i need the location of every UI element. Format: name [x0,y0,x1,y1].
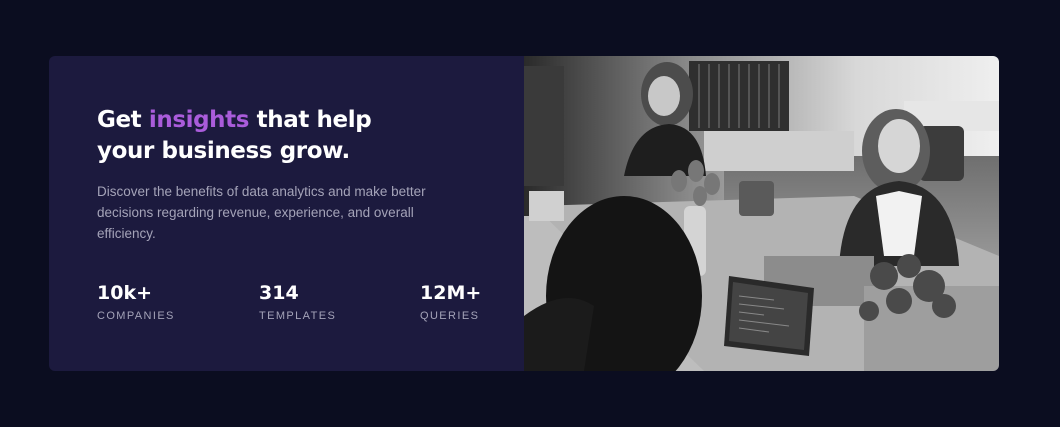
person-shoulder [524,298,594,371]
stat-label: COMPANIES [97,310,175,322]
stat-label: QUERIES [420,310,480,322]
office-photo-illustration [524,56,999,371]
stat-value: 314 [259,282,299,304]
hero-description: Discover the benefits of data analytics … [97,184,426,241]
person-face [878,119,920,173]
laptop-display [729,282,808,350]
headline-prefix: Get [97,107,149,133]
stat-templates: 314 TEMPLATES [259,282,336,322]
page-title: Get insights that help your business gro… [97,105,427,167]
stat-value: 12M+ [420,282,482,304]
window-frame [524,66,564,186]
person-shirt [876,191,922,256]
headline-accent-word: insights [148,107,250,133]
person-face [648,76,680,116]
chair-back [739,181,774,216]
bag [529,191,564,221]
stat-queries: 12M+ QUERIES [420,282,481,322]
stat-value: 10k+ [97,282,152,304]
insights-card: Get insights that help your business gro… [49,56,999,371]
office-team-photo [524,56,999,371]
card-text-panel: Get insights that help your business gro… [49,56,524,371]
stats-row: 10k+ COMPANIES 314 TEMPLATES 12M+ QUERIE… [97,282,497,332]
stat-companies: 10k+ COMPANIES [97,282,175,322]
stat-label: TEMPLATES [259,310,337,322]
back-desk [704,131,854,171]
